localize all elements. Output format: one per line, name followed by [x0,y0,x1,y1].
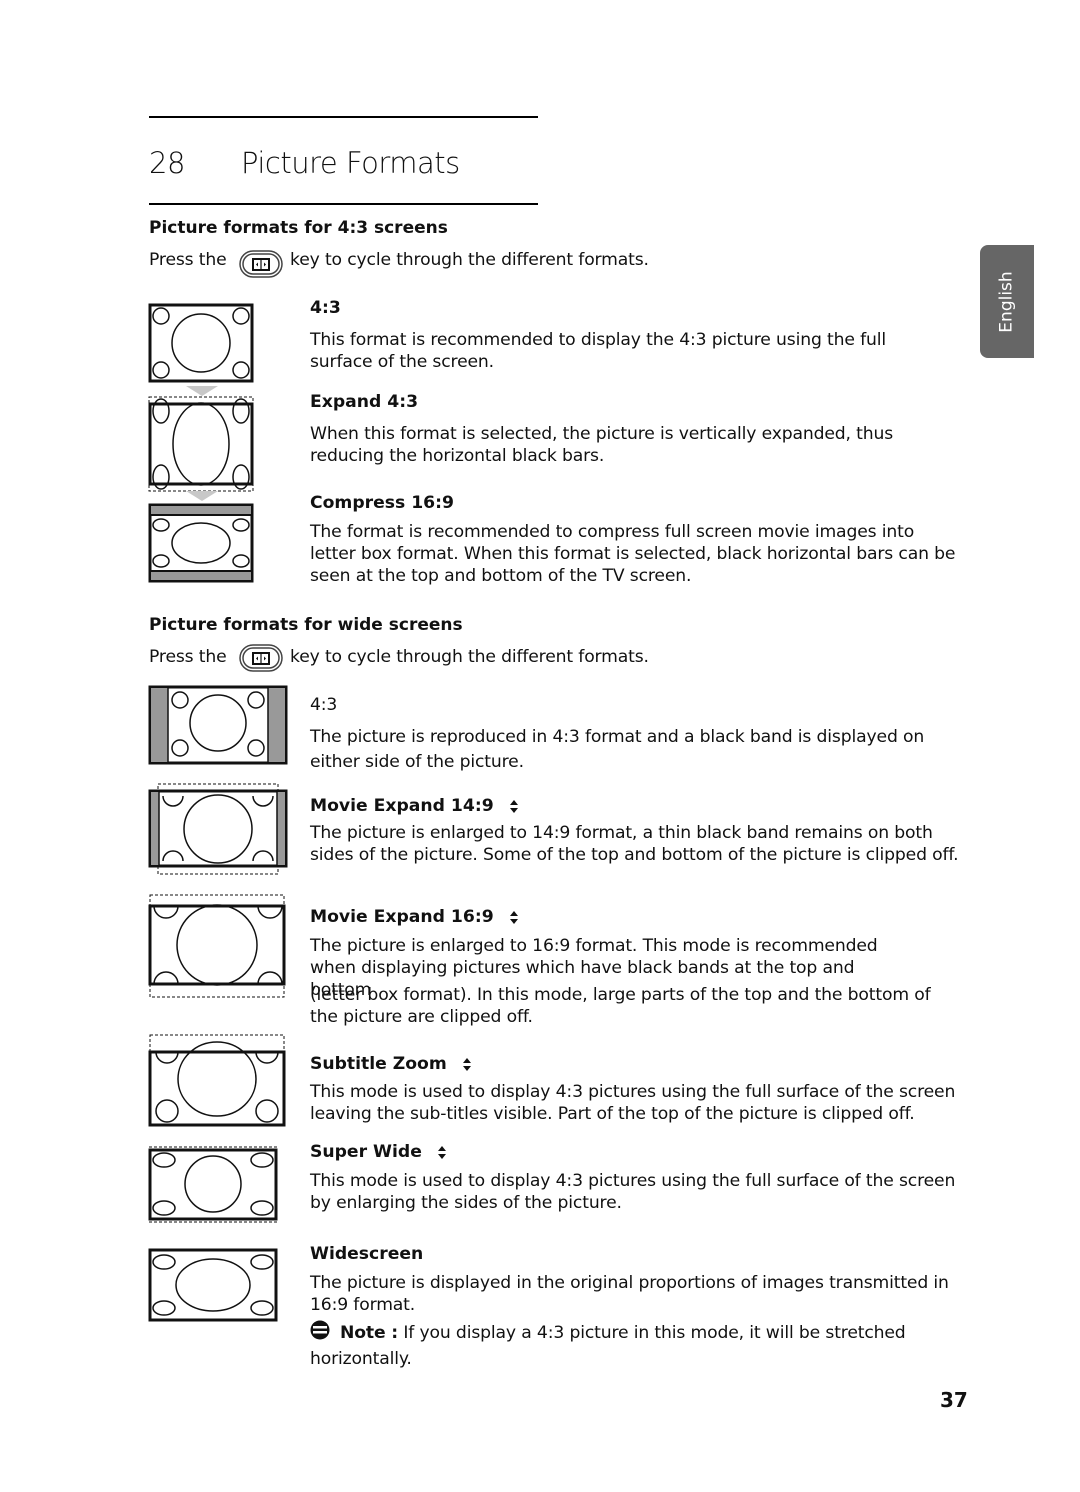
illustration-subtitle-zoom [148,1033,288,1127]
format-text-43: This format is recommended to display th… [310,330,886,372]
format-title-movie-expand-149: Movie Expand 14:9 [310,796,518,816]
note-label: Note : [340,1323,399,1343]
format-text-expand-43: When this format is selected, the pictur… [310,424,894,466]
format-title-expand-43: Expand 4:3 [310,392,419,412]
chapter-title: Picture Formats [241,146,460,180]
format-text-wide-43: The picture is reproduced in 4:3 format … [310,727,925,772]
illustration-wide-43 [148,685,288,765]
format-title-text: Super Wide [310,1142,422,1162]
illustration-43-standard [148,303,254,383]
language-tab-label: English [997,270,1018,333]
illustration-widescreen [148,1248,278,1322]
format-key-icon [238,249,283,278]
illustration-movie-expand-149 [148,782,288,876]
format-text-widescreen: The picture is displayed in the original… [310,1273,949,1315]
section-heading-43: Picture formats for 4:3 screens [149,218,448,238]
format-title-movie-expand-169: Movie Expand 16:9 [310,907,518,927]
up-down-arrows-icon [437,1145,446,1159]
format-title-compress-169: Compress 16:9 [310,493,454,513]
header-rule-bottom [149,203,538,205]
illustration-movie-expand-169 [148,893,288,999]
format-title-subtitle-zoom: Subtitle Zoom [310,1054,471,1074]
illustration-43-compress [148,503,254,583]
format-text-subtitle-zoom: This mode is used to display 4:3 picture… [310,1082,956,1124]
format-text-super-wide: This mode is used to display 4:3 picture… [310,1171,956,1213]
press-prefix-wide: Press the [149,647,227,667]
format-key-icon [238,643,283,672]
format-text-movie-expand-169-b: (letter box format). In this mode, large… [310,985,931,1027]
format-title-wide-43: 4:3 [310,695,338,715]
chapter-number: 28 [149,146,185,180]
press-prefix-43: Press the [149,250,227,270]
arrow-down-icon [186,491,218,501]
page-number: 37 [940,1388,968,1412]
format-title-text: Subtitle Zoom [310,1054,447,1074]
format-title-43: 4:3 [310,298,341,318]
illustration-43-expand [148,396,254,492]
section-heading-wide: Picture formats for wide screens [149,615,463,635]
up-down-arrows-icon [509,799,518,813]
up-down-arrows-icon [462,1057,471,1071]
up-down-arrows-icon [509,910,518,924]
illustration-super-wide [148,1145,278,1225]
note-icon [310,1320,330,1340]
format-text-movie-expand-149: The picture is enlarged to 14:9 format, … [310,823,959,865]
note-block: Note : If you display a 4:3 picture in t… [310,1320,950,1372]
arrow-down-icon [186,386,218,396]
press-suffix-wide: key to cycle through the different forma… [290,647,649,667]
format-title-widescreen: Widescreen [310,1244,424,1264]
format-title-super-wide: Super Wide [310,1142,446,1162]
language-tab[interactable]: English [980,245,1034,358]
press-suffix-43: key to cycle through the different forma… [290,250,649,270]
format-text-compress-169: The format is recommended to compress fu… [310,522,956,586]
header-rule-top [149,116,538,118]
format-title-text: Movie Expand 16:9 [310,907,494,927]
format-title-text: Movie Expand 14:9 [310,796,494,816]
note-text: If you display a 4:3 picture in this mod… [310,1323,906,1369]
